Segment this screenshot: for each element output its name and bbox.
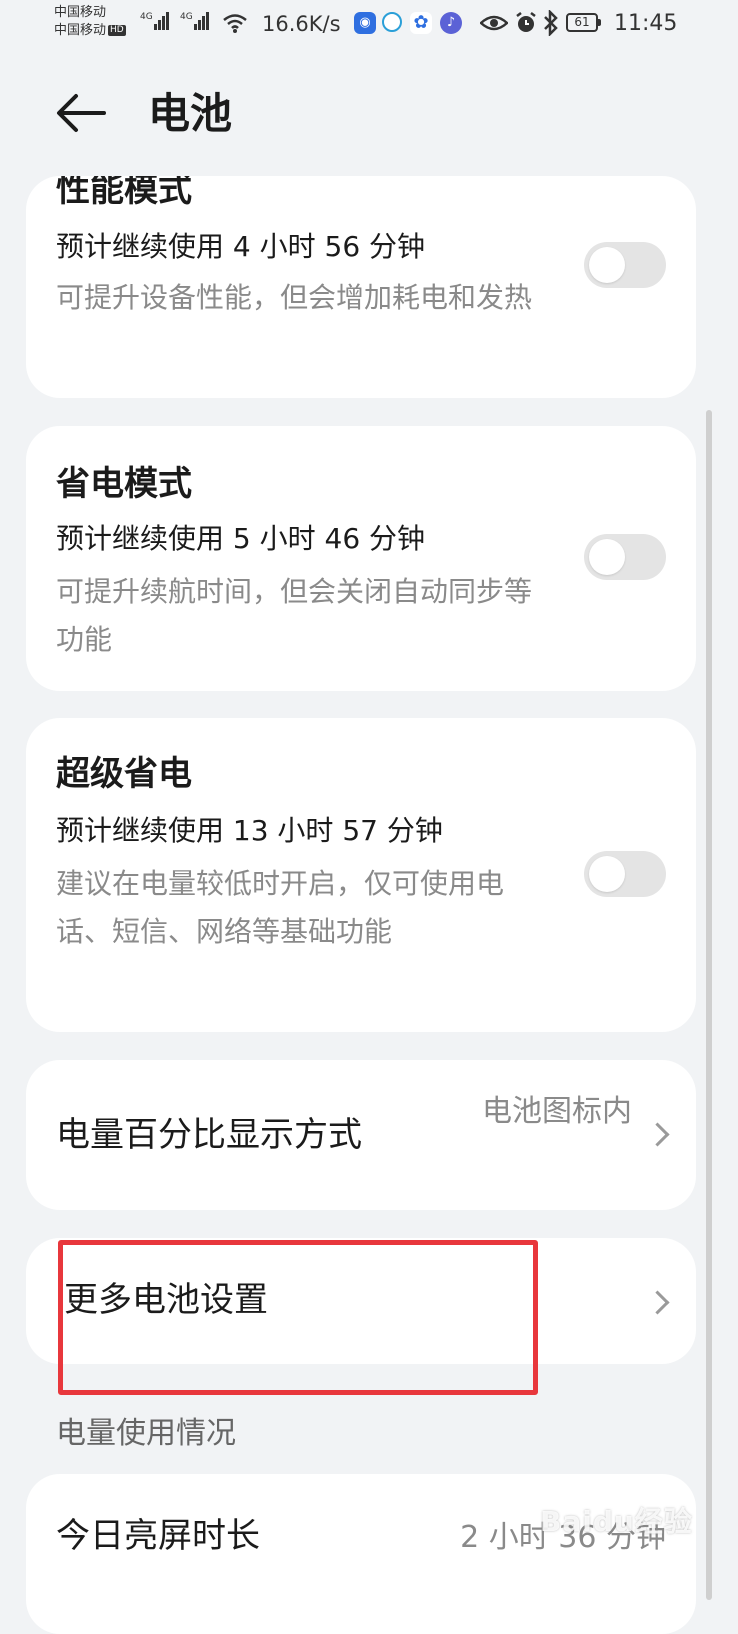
power-saving-title: 省电模式 <box>56 464 192 504</box>
performance-mode-estimate: 预计继续使用 4 小时 56 分钟 <box>56 230 426 263</box>
performance-mode-desc: 可提升设备性能，但会增加耗电和发热 <box>56 281 533 314</box>
back-button[interactable] <box>50 88 110 138</box>
music-app-icon: ♪ <box>440 12 462 34</box>
bluetooth-icon <box>544 10 558 36</box>
bulb-app-icon: ◉ <box>354 12 376 34</box>
toggle-knob <box>589 856 625 892</box>
battery-level: 61 <box>574 15 590 29</box>
percentage-display-label: 电量百分比显示方式 <box>56 1115 362 1155</box>
screen-time-row[interactable]: 今日亮屏时长 2 小时 36 分钟 <box>26 1474 696 1634</box>
scrollbar[interactable] <box>706 410 712 1600</box>
hd-badge: HD <box>108 25 126 36</box>
performance-mode-title: 性能模式 <box>56 176 192 210</box>
percentage-display-value: 电池图标内 <box>482 1094 632 1129</box>
super-saving-estimate: 预计继续使用 13 小时 57 分钟 <box>56 814 443 847</box>
super-saving-toggle[interactable] <box>584 851 666 897</box>
super-saving-title: 超级省电 <box>56 754 192 794</box>
eye-icon <box>480 15 508 31</box>
status-bar: 中国移动 中国移动 HD 4G 4G 16.6K/s ◉ ✿ ♪ 61 11:45 <box>0 0 738 50</box>
power-saving-toggle[interactable] <box>584 534 666 580</box>
more-battery-settings-row[interactable]: 更多电池设置 <box>26 1238 696 1364</box>
q-app-icon <box>382 12 402 32</box>
back-arrow-icon <box>57 94 106 132</box>
clock: 11:45 <box>614 11 678 36</box>
page-title: 电池 <box>148 89 233 138</box>
chevron-right-icon <box>645 1290 670 1315</box>
super-saving-desc: 建议在电量较低时开启，仅可使用电话、短信、网络等基础功能 <box>56 867 505 948</box>
watermark: Baidu经验 <box>540 1505 693 1538</box>
alarm-icon <box>516 12 536 32</box>
more-battery-settings-label: 更多电池设置 <box>64 1280 268 1320</box>
performance-mode-card[interactable]: 性能模式 预计继续使用 4 小时 56 分钟 可提升设备性能，但会增加耗电和发热 <box>26 176 696 398</box>
super-saving-card[interactable]: 超级省电 预计继续使用 13 小时 57 分钟 建议在电量较低时开启，仅可使用电… <box>26 718 696 1032</box>
wifi-icon <box>223 14 247 33</box>
signal-bars-2-icon <box>194 12 212 30</box>
paw-app-icon: ✿ <box>410 12 432 34</box>
power-saving-estimate: 预计继续使用 5 小时 46 分钟 <box>56 522 426 555</box>
performance-mode-toggle[interactable] <box>584 242 666 288</box>
toggle-knob <box>589 539 625 575</box>
network-type-2: 4G <box>180 12 193 22</box>
carrier-2: 中国移动 <box>54 23 107 38</box>
screen-time-label: 今日亮屏时长 <box>56 1516 260 1556</box>
battery-indicator: 61 <box>566 13 601 32</box>
percentage-display-row[interactable]: 电量百分比显示方式 电池图标内 <box>26 1060 696 1210</box>
power-saving-desc: 可提升续航时间，但会关闭自动同步等功能 <box>56 575 533 656</box>
network-type-1: 4G <box>140 12 153 22</box>
chevron-right-icon <box>645 1122 670 1147</box>
network-speed: 16.6K/s <box>262 12 341 36</box>
power-saving-card[interactable]: 省电模式 预计继续使用 5 小时 46 分钟 可提升续航时间，但会关闭自动同步等… <box>26 426 696 691</box>
toggle-knob <box>589 247 625 283</box>
signal-bars-1-icon <box>154 12 172 30</box>
carrier-info: 中国移动 中国移动 HD <box>54 4 126 40</box>
usage-section-header: 电量使用情况 <box>56 1416 236 1451</box>
carrier-1: 中国移动 <box>54 5 107 20</box>
